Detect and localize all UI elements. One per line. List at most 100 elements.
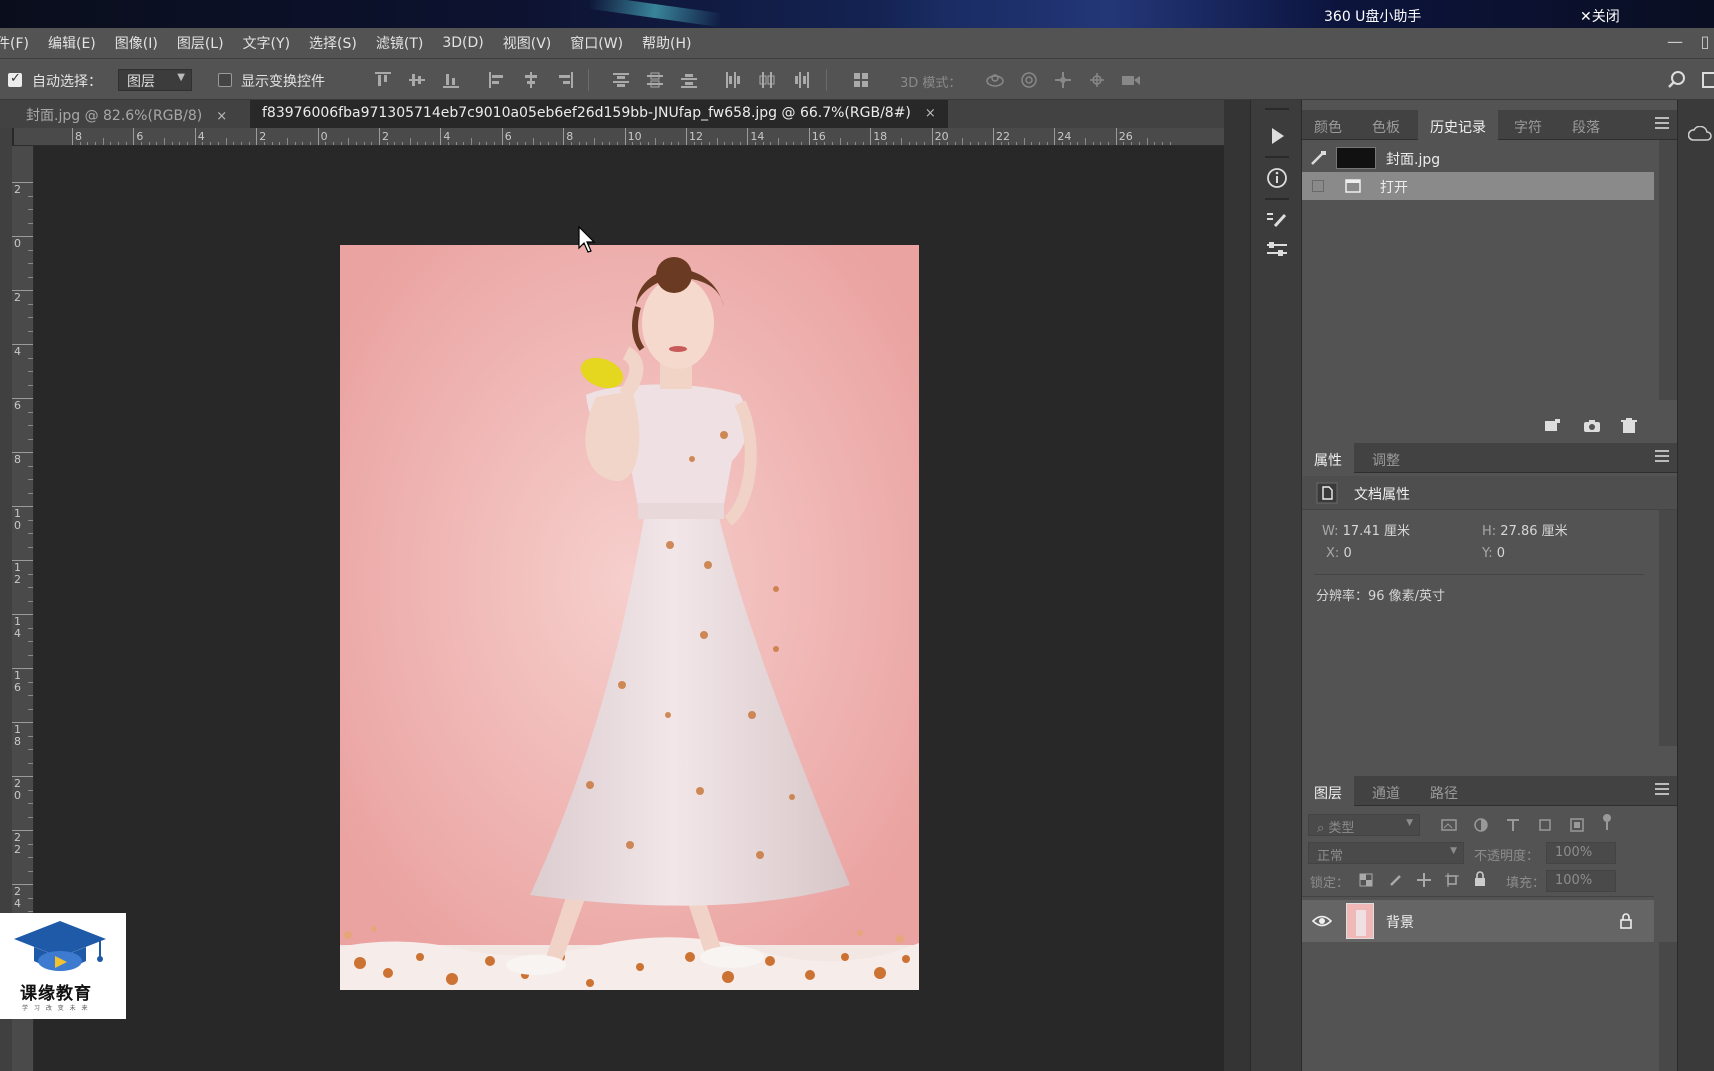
distribute-left-icon[interactable] [722,69,744,91]
layer-row-background[interactable]: 背景 [1302,900,1654,942]
3d-orbit-icon[interactable] [984,69,1006,91]
distribute-horizontal-centers-icon[interactable] [756,69,778,91]
camera-snapshot-icon[interactable] [1582,418,1602,434]
history-snapshot-row[interactable]: 封面.jpg [1302,144,1654,172]
tab-color[interactable]: 颜色 [1302,110,1354,140]
lock-transparent-pixels-icon[interactable] [1358,872,1374,888]
panel-menu-icon[interactable] [1655,450,1669,462]
lock-position-icon[interactable] [1416,872,1432,888]
tab-history[interactable]: 历史记录 [1418,110,1498,140]
brush-presets-icon[interactable] [1263,236,1291,264]
tab-model-photo[interactable]: f83976006fba971305714eb7c9010a05eb6ef26d… [250,100,948,128]
tab-paths[interactable]: 路径 [1418,776,1470,806]
panel-grip[interactable] [1265,156,1289,158]
menu-edit[interactable]: 编辑(E) [48,33,96,53]
layers-scrollbar[interactable] [1659,942,1677,1071]
ruler-major-tick [72,128,73,145]
usb-helper-label[interactable]: 360 U盘小助手 [1324,6,1421,26]
filter-adjustment-icon[interactable] [1472,816,1490,834]
history-scrollbar[interactable] [1659,140,1677,400]
info-icon[interactable] [1263,164,1291,192]
lock-artboard-icon[interactable] [1444,872,1460,888]
new-document-from-state-icon[interactable] [1542,418,1562,434]
history-step-row[interactable]: 打开 [1302,172,1654,200]
auto-select-target-dropdown[interactable]: 图层 ▼ [118,69,192,91]
tab-properties[interactable]: 属性 [1302,443,1354,473]
distribute-top-icon[interactable] [610,69,632,91]
distribute-bottom-icon[interactable] [678,69,700,91]
show-transform-checkbox[interactable] [218,73,232,87]
blend-mode-dropdown[interactable]: 正常 ▼ [1308,842,1464,864]
align-top-edges-icon[interactable] [372,69,394,91]
minimize-button[interactable]: — [1660,32,1690,52]
x-property[interactable]: X: 0 [1326,546,1352,561]
distribute-right-icon[interactable] [790,69,812,91]
filter-smart-object-icon[interactable] [1568,816,1586,834]
properties-scrollbar[interactable] [1659,510,1677,746]
menu-filter[interactable]: 滤镜(T) [376,33,423,53]
eye-visibility-icon[interactable] [1312,913,1332,929]
tab-swatches[interactable]: 色板 [1360,110,1412,140]
tab-character[interactable]: 字符 [1502,110,1554,140]
horizontal-ruler[interactable]: 8 6 4 2 0 2 4 6 8 10 12 14 16 18 20 22 24 26 [14,128,1224,146]
history-brush-source-icon[interactable] [1310,150,1328,166]
menu-type[interactable]: 文字(Y) [243,33,290,53]
align-vertical-centers-icon[interactable] [406,69,428,91]
history-source-box[interactable] [1312,180,1324,192]
cloud-libraries-icon[interactable] [1688,126,1712,142]
tab-close-icon[interactable]: × [216,109,227,124]
search-icon[interactable] [1666,69,1688,91]
auto-select-checkbox[interactable] [8,71,22,87]
tab-adjustments[interactable]: 调整 [1360,443,1412,473]
menu-image[interactable]: 图像(I) [115,33,158,53]
y-key: Y: [1482,546,1493,561]
align-bottom-edges-icon[interactable] [440,69,462,91]
panel-grip[interactable] [1265,198,1289,200]
filter-type-icon[interactable] [1504,816,1522,834]
width-value: 17.41 厘米 [1342,524,1410,539]
menu-help[interactable]: 帮助(H) [642,33,691,53]
tab-layers[interactable]: 图层 [1302,776,1354,806]
fill-field[interactable]: 100% [1546,870,1616,892]
3d-camera-icon[interactable] [1120,69,1142,91]
brush-settings-icon[interactable] [1263,206,1291,234]
tab-close-icon[interactable]: × [925,106,936,121]
3d-slide-icon[interactable] [1086,69,1108,91]
menu-3d[interactable]: 3D(D) [442,35,483,51]
align-right-edges-icon[interactable] [554,69,576,91]
panel-menu-icon[interactable] [1655,117,1669,129]
panel-menu-icon[interactable] [1655,783,1669,795]
align-left-edges-icon[interactable] [486,69,508,91]
menu-view[interactable]: 视图(V) [503,33,552,53]
banner-close-button[interactable]: ✕关闭 [1580,6,1620,26]
filter-pixel-icon[interactable] [1440,816,1458,834]
filter-shape-icon[interactable] [1536,816,1554,834]
menu-window[interactable]: 窗口(W) [570,33,623,53]
3d-roll-icon[interactable] [1018,69,1040,91]
height-property[interactable]: H: 27.86 厘米 [1482,520,1568,539]
panel-grip[interactable] [1265,108,1289,110]
layer-filter-dropdown[interactable]: ⌕ 类型 ▼ [1308,814,1420,836]
restore-button[interactable]: ▯ [1696,32,1714,52]
auto-align-layers-icon[interactable] [850,69,872,91]
tab-paragraph[interactable]: 段落 [1560,110,1612,140]
menu-layer[interactable]: 图层(L) [177,33,224,53]
3d-pan-icon[interactable] [1052,69,1074,91]
menu-select[interactable]: 选择(S) [309,33,357,53]
tab-cover-jpg[interactable]: 封面.jpg @ 82.6%(RGB/8) × [14,100,239,128]
tab-channels[interactable]: 通道 [1360,776,1412,806]
align-horizontal-centers-icon[interactable] [520,69,542,91]
opacity-field[interactable]: 100% [1546,842,1616,864]
lock-image-pixels-icon[interactable] [1388,872,1404,888]
layer-lock-icon[interactable] [1618,912,1634,930]
trash-icon[interactable] [1620,418,1638,434]
filter-toggle-icon[interactable] [1598,812,1616,834]
play-action-icon[interactable] [1263,122,1291,150]
distribute-vertical-centers-icon[interactable] [644,69,666,91]
lock-all-icon[interactable] [1472,871,1488,887]
menu-file[interactable]: 件(F) [0,33,29,53]
y-property[interactable]: Y: 0 [1482,546,1505,561]
width-property[interactable]: W: 17.41 厘米 [1322,520,1410,539]
document-image[interactable] [340,245,919,990]
workspace-icon[interactable] [1700,69,1714,91]
